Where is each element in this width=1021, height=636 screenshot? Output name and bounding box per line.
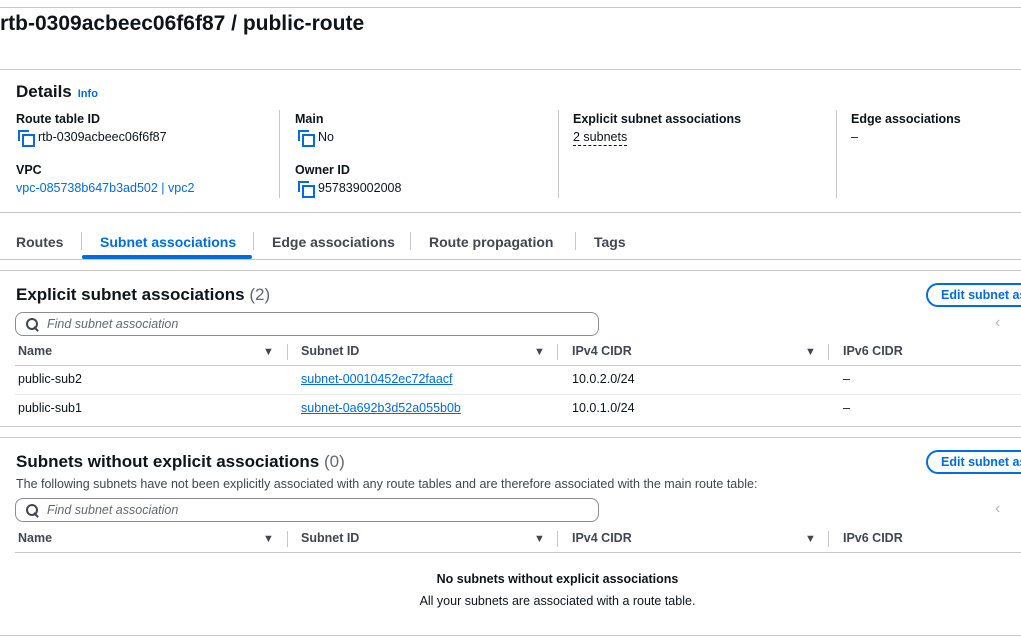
without-associations-title-text: Subnets without explicit associations [16,452,320,471]
table-cell-ipv6: – [843,372,850,386]
edge-associations-value: – [851,130,858,144]
column-separator[interactable] [557,531,558,547]
caret-down-icon[interactable]: ▼ [263,533,274,545]
column-separator[interactable] [287,531,288,547]
info-link[interactable]: Info [78,88,98,100]
search-icon [26,317,39,331]
search-box[interactable] [15,498,599,522]
table-cell-name: public-sub1 [18,401,82,415]
empty-state-subtitle: All your subnets are associated with a r… [419,594,696,608]
details-divider [279,110,280,198]
column-header-ipv4-cidr[interactable]: IPv4 CIDR [572,344,632,358]
search-input[interactable] [47,503,567,517]
without-associations-description: The following subnets have not been expl… [16,477,758,491]
subnet-id-link[interactable]: subnet-0a692b3d52a055b0b [301,401,461,415]
tab-route-propagation[interactable]: Route propagation [429,234,553,250]
top-container-edge [0,0,1021,8]
main-text: No [318,130,334,144]
route-table-id-value: rtb-0309acbeec06f6f87 [18,130,167,147]
search-icon [26,503,39,517]
copy-icon[interactable] [298,181,315,198]
edit-subnet-associations-button[interactable]: Edit subnet associations [926,283,1021,307]
column-header-ipv6-cidr[interactable]: IPv6 CIDR [843,344,903,358]
route-table-id-label: Route table ID [16,112,101,126]
column-separator[interactable] [557,344,558,360]
explicit-associations-title: Explicit subnet associations (2) [16,285,270,305]
empty-state-title: No subnets without explicit associations [436,572,679,586]
edit-subnet-associations-button[interactable]: Edit subnet associations [926,450,1021,474]
search-box[interactable] [15,312,599,336]
table-row-divider [15,394,1021,395]
table-cell-ipv4: 10.0.1.0/24 [572,401,635,415]
column-header-subnet-id[interactable]: Subnet ID [301,344,359,358]
column-header-ipv6-cidr[interactable]: IPv6 CIDR [843,531,903,545]
owner-id-text: 957839002008 [318,181,402,195]
vpc-link[interactable]: vpc-085738b647b3ad502 | vpc2 [16,181,194,195]
table-header-divider [15,552,1021,553]
tab-tags[interactable]: Tags [594,234,626,250]
caret-down-icon[interactable]: ▼ [805,533,816,545]
caret-down-icon[interactable]: ▼ [805,346,816,358]
copy-icon[interactable] [298,130,315,147]
table-cell-name: public-sub2 [18,372,82,386]
table-cell-ipv4: 10.0.2.0/24 [572,372,635,386]
column-separator[interactable] [828,344,829,360]
table-cell-ipv6: – [843,401,850,415]
column-header-subnet-id[interactable]: Subnet ID [301,531,359,545]
search-input[interactable] [47,317,567,331]
tab-routes[interactable]: Routes [16,234,63,250]
caret-down-icon[interactable]: ▼ [263,346,274,358]
copy-icon[interactable] [18,130,35,147]
table-header-divider [15,365,1021,366]
tab-separator [81,232,82,250]
column-header-ipv4-cidr[interactable]: IPv4 CIDR [572,531,632,545]
details-divider [836,110,837,198]
tab-separator [575,232,576,250]
main-label: Main [295,112,324,126]
active-tab-indicator [82,255,252,259]
details-divider [558,110,559,198]
owner-id-value: 957839002008 [298,181,402,198]
column-separator[interactable] [287,344,288,360]
without-associations-title: Subnets without explicit associations (0… [16,452,345,472]
edge-associations-label: Edge associations [851,112,961,126]
explicit-associations-count: (2) [249,285,271,304]
tab-edge-associations[interactable]: Edge associations [272,234,395,250]
subnet-id-link[interactable]: subnet-00010452ec72faacf [301,372,453,386]
main-value: No [298,130,334,147]
page-title: rtb-0309acbeec06f6f87 / public-route [0,12,365,35]
explicit-subnet-associations-value[interactable]: 2 subnets [573,130,628,146]
tab-subnet-associations[interactable]: Subnet associations [100,234,236,250]
without-associations-count: (0) [323,452,345,471]
column-header-name[interactable]: Name [18,344,52,358]
vpc-label: VPC [16,163,42,177]
chevron-left-icon[interactable]: ‹ [995,500,1000,518]
details-heading-text: Details [16,82,72,101]
explicit-subnet-associations-text[interactable]: 2 subnets [573,130,628,146]
caret-down-icon[interactable]: ▼ [534,533,545,545]
tab-separator [253,232,254,250]
column-separator[interactable] [828,531,829,547]
caret-down-icon[interactable]: ▼ [534,346,545,358]
explicit-subnet-associations-label: Explicit subnet associations [573,112,742,126]
owner-id-label: Owner ID [295,163,350,177]
explicit-associations-title-text: Explicit subnet associations [16,285,245,304]
details-heading: Details Info [16,82,98,102]
tab-separator [410,232,411,250]
column-header-name[interactable]: Name [18,531,52,545]
route-table-id-text: rtb-0309acbeec06f6f87 [38,130,167,144]
chevron-left-icon[interactable]: ‹ [995,314,1000,332]
